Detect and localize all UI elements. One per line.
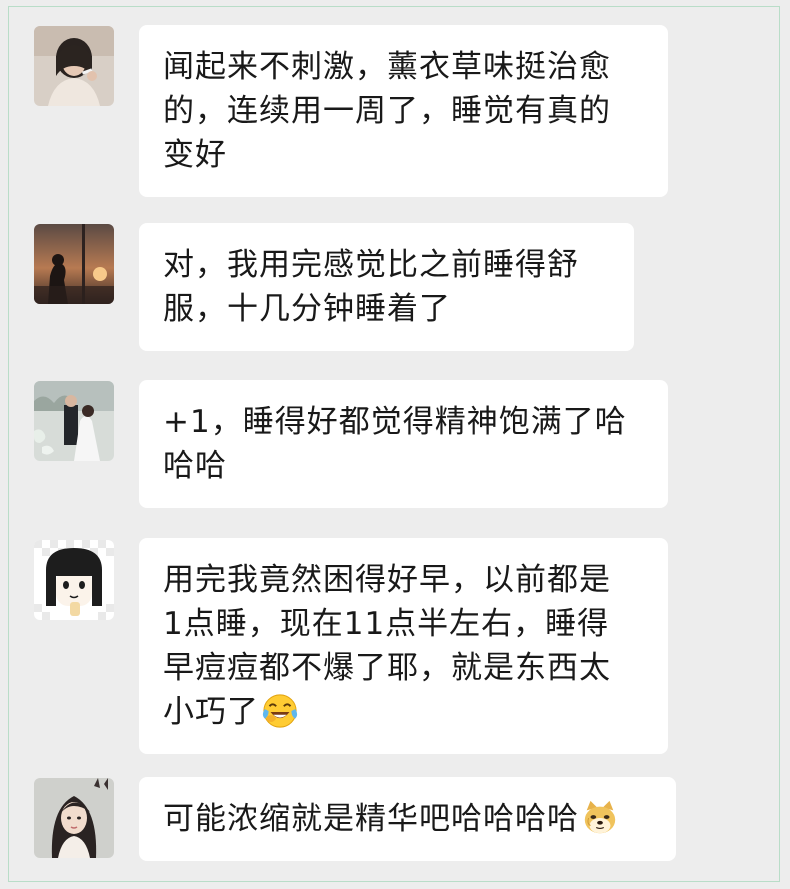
message-text-fragment: 可能浓缩就是精华吧哈哈哈哈 [163, 801, 579, 837]
message-bubble[interactable]: +1，睡得好都觉得精神饱满了哈 哈哈 [139, 380, 668, 508]
message-text-line: 变好 [163, 137, 227, 173]
message-text-line: 对，我用完感觉比之前睡得舒 [163, 247, 579, 283]
message-text-line: 用完我竟然困得好早，以前都是 [163, 562, 611, 598]
message-bubble[interactable]: 用完我竟然困得好早，以前都是 1点睡，现在11点半左右，睡得 早痘痘都不爆了耶，… [139, 538, 668, 754]
message-text-line: 闻起来不刺激，薰衣草味挺治愈 [163, 49, 611, 85]
avatar-illustrated-woman[interactable] [34, 778, 114, 858]
chat-screenshot: 闻起来不刺激，薰衣草味挺治愈 的，连续用一周了，睡觉有真的 变好 对，我用完感觉… [8, 6, 780, 882]
message-text-line: 1点睡，现在11点半左右，睡得 [163, 606, 610, 642]
message-text-line: 哈哈 [163, 448, 227, 484]
message-bubble[interactable]: 对，我用完感觉比之前睡得舒 服，十几分钟睡着了 [139, 223, 634, 351]
avatar-wedding-couple[interactable] [34, 381, 114, 461]
message-text-line: 的，连续用一周了，睡觉有真的 [163, 93, 611, 129]
message-text-line: 可能浓缩就是精华吧哈哈哈哈 [163, 797, 656, 841]
message-text-line: +1，睡得好都觉得精神饱满了哈 [163, 404, 627, 440]
message-bubble[interactable]: 闻起来不刺激，薰衣草味挺治愈 的，连续用一周了，睡觉有真的 变好 [139, 25, 668, 197]
doge-icon [584, 800, 616, 834]
message-text-line: 服，十几分钟睡着了 [163, 291, 451, 327]
message-text-fragment: 小巧了 [163, 694, 259, 730]
avatar-woman-smoking[interactable] [34, 26, 114, 106]
message-text-line: 早痘痘都不爆了耶，就是东西太 [163, 650, 611, 686]
laughing-crying-face-icon [262, 694, 298, 728]
message-bubble[interactable]: 可能浓缩就是精华吧哈哈哈哈 [139, 777, 676, 861]
avatar-sunset-silhouette[interactable] [34, 224, 114, 304]
message-text-line: 小巧了 [163, 690, 644, 734]
avatar-cartoon-girl[interactable] [34, 540, 114, 620]
